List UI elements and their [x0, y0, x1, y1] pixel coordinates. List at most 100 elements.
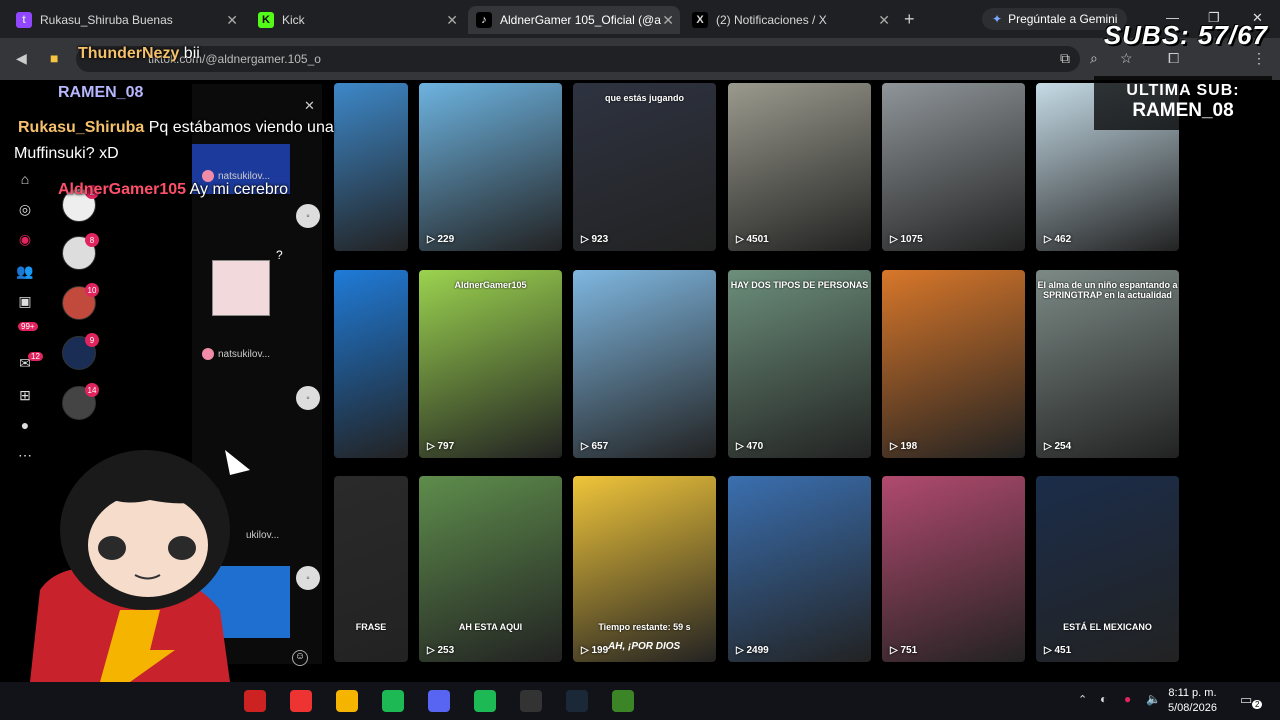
video-tile[interactable]: ESTÁ EL MEXICANO ▷ 451 [1036, 476, 1179, 662]
tab-tiktok[interactable]: ♪ AldnerGamer 105_Oficial (@a ✕ [468, 6, 680, 34]
video-tile[interactable]: ▷ 1075 [882, 83, 1025, 251]
view-count: ▷ 2499 [736, 645, 769, 656]
view-count-value: 923 [591, 234, 609, 245]
scroll-button[interactable]: ◦ [296, 386, 320, 410]
last-sub-box: ULTIMA SUB: RAMEN_08 [1094, 76, 1272, 130]
menu-dots-icon[interactable]: ⋮ [1252, 50, 1266, 67]
tab-label: Rukasu_Shiruba Buenas [40, 13, 173, 27]
home-icon[interactable]: ⌂ [16, 170, 34, 188]
upload-icon[interactable]: ⊞ [16, 386, 34, 404]
cast-icon[interactable]: ⧉ [1060, 50, 1070, 67]
video-caption: Tiempo restante: 59 s [598, 622, 691, 632]
video-tile[interactable] [334, 83, 408, 251]
view-count-value: 451 [1054, 645, 1072, 656]
avatar[interactable]: 14 [62, 383, 99, 420]
clock[interactable]: 8:11 p. m. 5/08/2026 [1168, 686, 1217, 716]
play-icon: ▷ [1044, 234, 1055, 245]
bookmark-star-icon[interactable]: ☆ [1120, 50, 1133, 67]
close-tab-icon[interactable]: ✕ [226, 12, 238, 29]
video-caption: HAY DOS TIPOS DE PERSONAS [730, 280, 869, 290]
video-tile[interactable]: AldnerGamer105 ▷ 797 [419, 270, 562, 458]
scroll-button[interactable]: ◦ [296, 204, 320, 228]
view-count-value: 1075 [900, 234, 923, 245]
tray-app-icon[interactable]: ● [1124, 692, 1131, 706]
close-tab-icon[interactable]: ✕ [446, 12, 458, 29]
video-tile[interactable]: Tiempo restante: 59 s ▷ 199 [573, 476, 716, 662]
steam-icon[interactable] [566, 690, 588, 712]
close-tab-icon[interactable]: ✕ [878, 12, 890, 29]
vtuber-avatar [30, 450, 250, 682]
video-tile[interactable]: ▷ 751 [882, 476, 1025, 662]
back-icon[interactable]: ◀ [16, 50, 27, 67]
avatar-badge: 9 [85, 333, 99, 347]
popup-user[interactable]: natsukilov... [202, 348, 270, 360]
view-count-value: 657 [591, 441, 609, 452]
messages-badge: 12 [28, 352, 43, 361]
gemini-label: Pregúntale a Gemini [1008, 12, 1118, 26]
discord-icon[interactable] [428, 690, 450, 712]
video-caption: que estás jugando [604, 93, 684, 103]
avatar-badge: 8 [85, 233, 99, 247]
video-tile[interactable]: FRASE [334, 476, 408, 662]
epic-icon[interactable] [520, 690, 542, 712]
question-mark: ? [276, 248, 283, 262]
video-tile[interactable]: ▷ 198 [882, 270, 1025, 458]
play-icon: ▷ [736, 645, 747, 656]
volume-icon[interactable]: 🔈 [1146, 692, 1161, 706]
view-count-value: 470 [746, 441, 764, 452]
video-tile[interactable]: ▷ 4501 [728, 83, 871, 251]
video-tile[interactable]: AH ESTA AQUI ▷ 253 [419, 476, 562, 662]
live-tv-icon[interactable]: ▣ [16, 292, 34, 310]
following-icon[interactable]: 👥 [16, 262, 34, 280]
video-tile[interactable]: ▷ 657 [573, 270, 716, 458]
spotify-icon[interactable] [474, 690, 496, 712]
tray-controller-icon[interactable]: ◐ [1100, 692, 1107, 706]
folder-icon[interactable] [336, 690, 358, 712]
video-tile[interactable]: ▷ 2499 [728, 476, 871, 662]
subs-counter: SUBS: 57/67 [1103, 20, 1268, 50]
play-icon: ▷ [581, 645, 592, 656]
tab-x[interactable]: X (2) Notificaciones / X ✕ [684, 6, 896, 34]
close-icon[interactable]: ✕ [304, 98, 315, 114]
avatar[interactable]: 9 [62, 333, 99, 370]
chrome-icon[interactable] [290, 690, 312, 712]
extensions-icon[interactable]: ⧠ [1168, 50, 1179, 67]
view-count-value: 751 [900, 645, 918, 656]
video-tile[interactable]: ▷ 229 [419, 83, 562, 251]
notifications-icon[interactable]: ▭ [1240, 692, 1252, 708]
video-tile[interactable]: que estás jugando ▷ 923 [573, 83, 716, 251]
close-tab-icon[interactable]: ✕ [662, 12, 674, 29]
view-count: ▷ 462 [1044, 234, 1071, 245]
play-icon: ▷ [890, 441, 901, 452]
video-caption: AldnerGamer105 [454, 280, 527, 290]
minecraft-icon[interactable] [612, 690, 634, 712]
xbox-icon[interactable] [382, 690, 404, 712]
play-icon: ▷ [1044, 441, 1055, 452]
tab-label: AldnerGamer 105_Oficial (@a [500, 13, 661, 27]
avatar[interactable]: 8 [62, 233, 99, 270]
tab-twitch[interactable]: t Rukasu_Shiruba Buenas ✕ [8, 6, 244, 34]
video-tile[interactable]: HAY DOS TIPOS DE PERSONAS ▷ 470 [728, 270, 871, 458]
video-tile[interactable] [334, 270, 408, 458]
avatar-badge: 14 [85, 383, 99, 397]
video-caption: El alma de un niño espantando a SPRINGTR… [1037, 280, 1178, 300]
new-tab-button[interactable]: + [904, 9, 915, 30]
video-tile[interactable]: El alma de un niño espantando a SPRINGTR… [1036, 270, 1179, 458]
avatar[interactable]: 10 [62, 283, 99, 320]
task-app-icon[interactable] [244, 690, 266, 712]
view-count: ▷ 199 [581, 645, 608, 656]
view-count-value: 462 [1054, 234, 1072, 245]
explore-icon[interactable]: ◎ [16, 200, 34, 218]
live-icon[interactable]: ◉ [16, 230, 34, 248]
zoom-icon[interactable]: ⌕ [1090, 50, 1098, 67]
view-count: ▷ 198 [890, 441, 917, 452]
chat-message: RAMEN_08 [58, 84, 143, 102]
avatar-icon [202, 348, 214, 360]
view-count-value: 253 [437, 645, 455, 656]
view-count: ▷ 797 [427, 441, 454, 452]
tab-kick[interactable]: K Kick ✕ [250, 6, 464, 34]
tray-up-icon[interactable]: ⌃ [1078, 693, 1087, 706]
address-input[interactable]: tiktok.com/@aldnergamer.105_o [76, 46, 1080, 72]
home-icon[interactable]: ■ [50, 50, 58, 66]
clock-time: 8:11 p. m. [1168, 687, 1217, 699]
